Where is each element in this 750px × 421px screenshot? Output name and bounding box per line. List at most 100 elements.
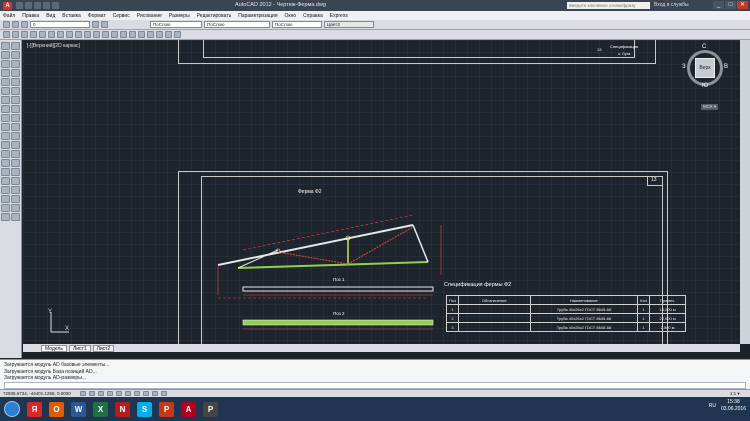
- clock[interactable]: 15:38 03.06.2016: [721, 399, 746, 413]
- erase-icon[interactable]: [11, 42, 20, 50]
- table-icon[interactable]: [1, 168, 10, 176]
- redo-icon[interactable]: [52, 2, 59, 9]
- chamfer-icon[interactable]: [11, 159, 20, 167]
- layer-properties-icon[interactable]: [3, 21, 10, 28]
- sign-in-link[interactable]: Вход в службы: [654, 2, 689, 8]
- menu-window[interactable]: Окно: [285, 13, 297, 19]
- coordinate-readout[interactable]: 72935.6734, -44401.1258, 0.0000: [3, 391, 71, 396]
- plotstyle-combo[interactable]: ЦветЗ: [324, 21, 374, 28]
- tool-palettes-icon[interactable]: [156, 31, 163, 38]
- circle-icon[interactable]: [1, 87, 10, 95]
- pdf-reader-icon[interactable]: N: [115, 401, 130, 417]
- grid-toggle-icon[interactable]: [88, 391, 95, 396]
- design-center-icon[interactable]: [147, 31, 154, 38]
- hatch-icon[interactable]: [1, 141, 10, 149]
- maximize-button[interactable]: □: [725, 1, 736, 9]
- block-editor-icon[interactable]: [1, 213, 10, 221]
- menu-format[interactable]: Формат: [88, 13, 106, 19]
- break-icon[interactable]: [11, 141, 20, 149]
- layer-combo[interactable]: 0: [30, 21, 90, 28]
- rectangle-icon[interactable]: [1, 69, 10, 77]
- paint-icon[interactable]: P: [203, 401, 218, 417]
- leader-icon[interactable]: [11, 186, 20, 194]
- print-icon[interactable]: [30, 31, 37, 38]
- menu-edit[interactable]: Правка: [22, 13, 39, 19]
- excel-icon[interactable]: X: [93, 401, 108, 417]
- new-file-icon[interactable]: [16, 2, 23, 9]
- join-icon[interactable]: [11, 150, 20, 158]
- tab-model[interactable]: Модель: [41, 344, 67, 352]
- cut-icon[interactable]: [48, 31, 55, 38]
- tpy-toggle-icon[interactable]: [160, 391, 167, 396]
- start-button[interactable]: [4, 401, 20, 417]
- dimension-icon[interactable]: [1, 186, 10, 194]
- osnap-icon[interactable]: [1, 204, 10, 212]
- array-icon[interactable]: [11, 78, 20, 86]
- otrack-toggle-icon[interactable]: [124, 391, 131, 396]
- stretch-icon[interactable]: [11, 114, 20, 122]
- menu-modify[interactable]: Редактировать: [197, 13, 232, 19]
- tab-layout1[interactable]: Лист1: [68, 344, 91, 352]
- vertical-scrollbar[interactable]: [740, 40, 750, 344]
- make-current-icon[interactable]: [92, 21, 99, 28]
- menu-file[interactable]: Файл: [3, 13, 15, 19]
- layer-previous-icon[interactable]: [101, 21, 108, 28]
- explode-icon[interactable]: [11, 177, 20, 185]
- autocad-app-icon[interactable]: A: [3, 1, 12, 10]
- region-icon[interactable]: [1, 159, 10, 167]
- distance-icon[interactable]: [1, 195, 10, 203]
- help-icon[interactable]: [174, 31, 181, 38]
- lwt-toggle-icon[interactable]: [151, 391, 158, 396]
- linetype-combo[interactable]: ПоСлою: [204, 21, 270, 28]
- offset-icon[interactable]: [11, 69, 20, 77]
- opera-icon[interactable]: O: [49, 401, 64, 417]
- autocad-taskbar-icon[interactable]: A: [181, 401, 196, 417]
- menu-insert[interactable]: Вставка: [62, 13, 81, 19]
- compass-east[interactable]: В: [724, 64, 728, 70]
- save-icon[interactable]: [34, 2, 41, 9]
- save-icon[interactable]: [21, 31, 28, 38]
- paste-icon[interactable]: [66, 31, 73, 38]
- make-block-icon[interactable]: [1, 123, 10, 131]
- layer-state-icon[interactable]: [12, 21, 19, 28]
- trim-icon[interactable]: [11, 123, 20, 131]
- scale-icon[interactable]: [11, 105, 20, 113]
- menu-help[interactable]: Справка: [303, 13, 323, 19]
- open-file-icon[interactable]: [25, 2, 32, 9]
- line-icon[interactable]: [1, 42, 10, 50]
- minimize-button[interactable]: _: [713, 1, 724, 9]
- ellipse-icon[interactable]: [1, 105, 10, 113]
- drawing-canvas[interactable]: [-][Верхний][2D каркас] Спецификация з. …: [23, 40, 740, 344]
- zoom-previous-icon[interactable]: [129, 31, 136, 38]
- menu-parametric[interactable]: Параметризация: [238, 13, 277, 19]
- dyn-toggle-icon[interactable]: [142, 391, 149, 396]
- new-icon[interactable]: [3, 31, 10, 38]
- compass-south[interactable]: Ю: [702, 83, 708, 89]
- fillet-icon[interactable]: [11, 168, 20, 176]
- move-icon[interactable]: [11, 87, 20, 95]
- compass-west[interactable]: З: [682, 64, 686, 70]
- extend-icon[interactable]: [11, 132, 20, 140]
- redo-icon[interactable]: [93, 31, 100, 38]
- word-icon[interactable]: W: [71, 401, 86, 417]
- language-indicator[interactable]: RU: [709, 403, 716, 409]
- properties-icon[interactable]: [138, 31, 145, 38]
- snap-toggle-icon[interactable]: [79, 391, 86, 396]
- area-icon[interactable]: [11, 195, 20, 203]
- spline-icon[interactable]: [1, 96, 10, 104]
- point-icon[interactable]: [1, 132, 10, 140]
- copy-object-icon[interactable]: [11, 51, 20, 59]
- rotate-icon[interactable]: [11, 96, 20, 104]
- osnap-toggle-icon[interactable]: [115, 391, 122, 396]
- mirror-icon[interactable]: [11, 60, 20, 68]
- zoom-window-icon[interactable]: [120, 31, 127, 38]
- menu-dimension[interactable]: Размеры: [169, 13, 190, 19]
- text-style-icon[interactable]: [11, 213, 20, 221]
- lineweight-combo[interactable]: ПоСлою: [272, 21, 322, 28]
- viewcube-face-top[interactable]: Верх: [695, 58, 715, 78]
- calculator-icon[interactable]: [165, 31, 172, 38]
- annotation-scale[interactable]: 1:1 ▾: [730, 391, 740, 397]
- menu-draw[interactable]: Рисование: [137, 13, 162, 19]
- preview-icon[interactable]: [39, 31, 46, 38]
- powerpoint-icon[interactable]: P: [159, 401, 174, 417]
